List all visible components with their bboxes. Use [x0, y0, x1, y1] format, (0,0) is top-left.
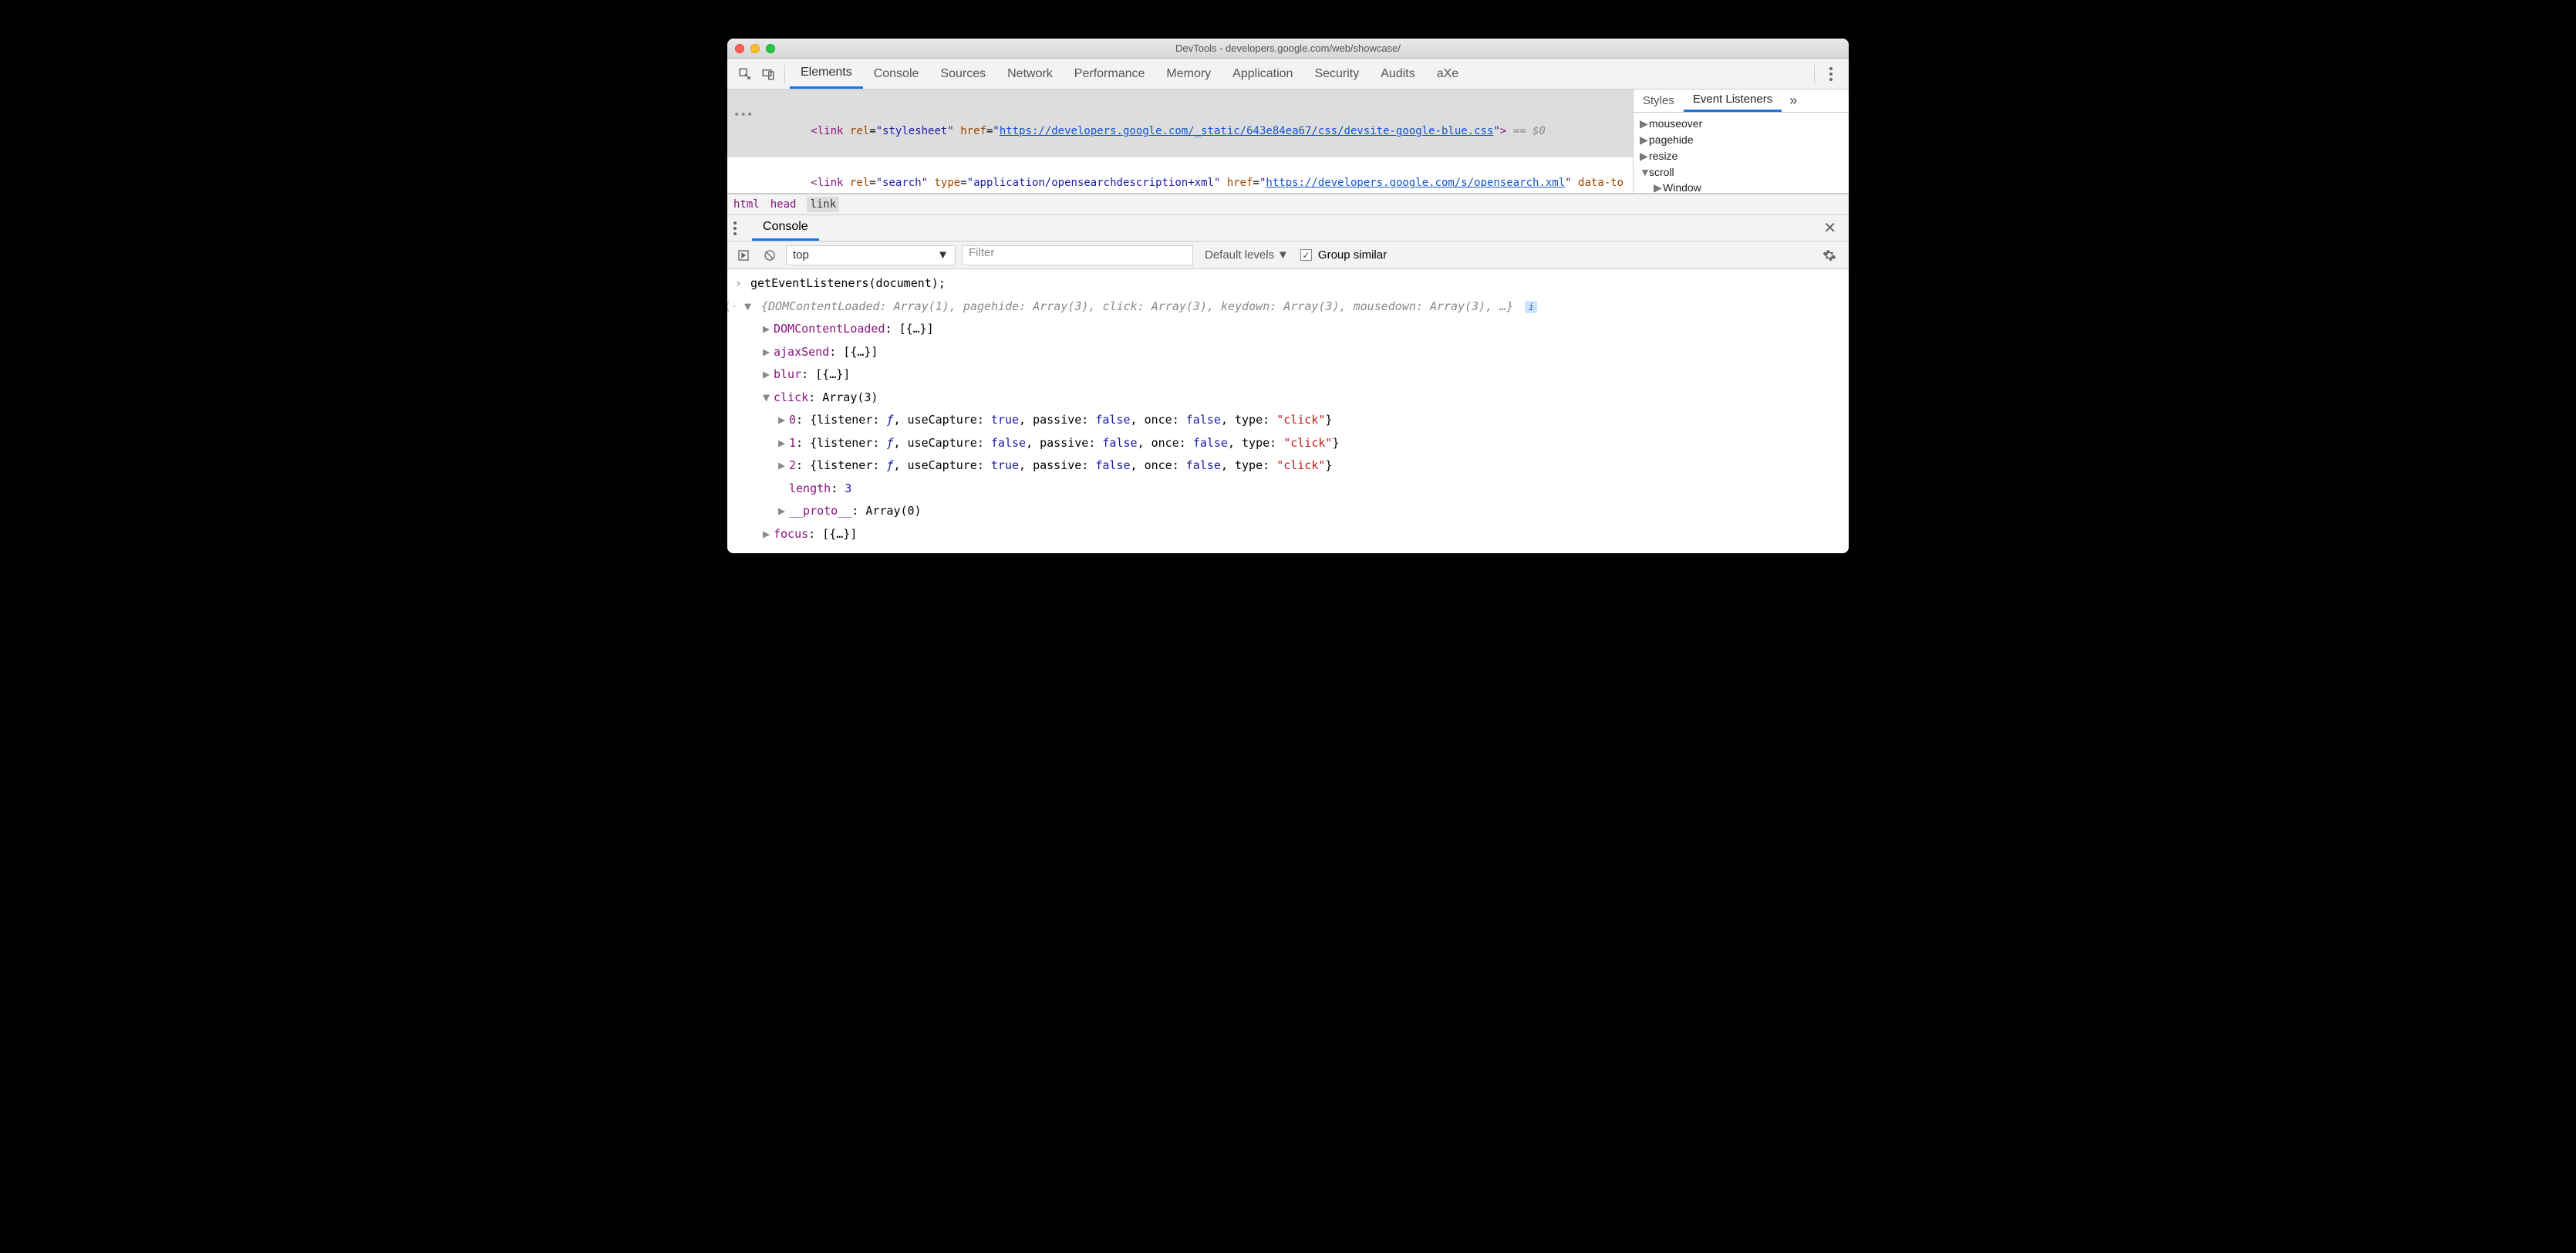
event-listeners-list: ▶mouseover ▶pagehide ▶resize ▼scroll ▶Wi…: [1634, 113, 1849, 193]
sidebar-tab-styles[interactable]: Styles: [1634, 90, 1684, 112]
dom-node-selected[interactable]: ••• <link rel="stylesheet" href="https:/…: [727, 90, 1633, 157]
event-pagehide[interactable]: ▶pagehide: [1640, 132, 1843, 148]
console-result-summary[interactable]: ⟨· ▼ {DOMContentLoaded: Array(1), pagehi…: [727, 296, 1849, 319]
event-mouseover[interactable]: ▶mouseover: [1640, 116, 1843, 132]
info-icon[interactable]: i: [1525, 301, 1537, 313]
breadcrumb-head[interactable]: head: [770, 198, 797, 211]
tab-network[interactable]: Network: [996, 59, 1064, 89]
main-tabs-bar: Elements Console Sources Network Perform…: [727, 59, 1849, 90]
tab-security[interactable]: Security: [1303, 59, 1370, 89]
result-row[interactable]: ▶blur: [{…}]: [727, 363, 1849, 387]
tab-console[interactable]: Console: [863, 59, 930, 89]
stylesheet-link[interactable]: https://developers.google.com/_static/64…: [1000, 125, 1494, 137]
console-settings-icon[interactable]: [1816, 248, 1843, 262]
console-filter-input[interactable]: Filter: [962, 245, 1193, 265]
result-row-focus[interactable]: ▶focus: [{…}]: [727, 523, 1849, 546]
sidebar-more-icon[interactable]: »: [1782, 93, 1805, 109]
console-output: › getEventListeners(document); ⟨· ▼ {DOM…: [727, 269, 1849, 553]
dropdown-icon: ▼: [937, 248, 949, 262]
window-titlebar: DevTools - developers.google.com/web/sho…: [727, 39, 1849, 59]
click-listener-1[interactable]: ▶1: {listener: ƒ, useCapture: false, pas…: [727, 432, 1849, 455]
console-expr: getEventListeners(document);: [750, 276, 946, 290]
result-indicator-icon: ⟨·: [727, 297, 738, 317]
inspect-element-icon[interactable]: [733, 67, 757, 81]
result-row[interactable]: ▶DOMContentLoaded: [{…}]: [727, 318, 1849, 341]
event-scroll[interactable]: ▼scroll: [1640, 164, 1843, 180]
tab-audits[interactable]: Audits: [1370, 59, 1425, 89]
tab-memory[interactable]: Memory: [1155, 59, 1222, 89]
tab-sources[interactable]: Sources: [929, 59, 996, 89]
console-input-row[interactable]: › getEventListeners(document);: [727, 272, 1849, 296]
click-listener-2[interactable]: ▶2: {listener: ƒ, useCapture: true, pass…: [727, 454, 1849, 478]
click-proto[interactable]: ▶__proto__: Array(0): [727, 500, 1849, 523]
device-toolbar-icon[interactable]: [757, 67, 780, 81]
expand-icon[interactable]: ▼: [744, 297, 751, 317]
click-length: length: 3: [727, 478, 1849, 501]
group-similar-checkbox[interactable]: ✓: [1300, 249, 1312, 261]
opensearch-link[interactable]: https://developers.google.com/s/opensear…: [1266, 177, 1565, 189]
log-levels-selector[interactable]: Default levels ▼: [1199, 245, 1294, 265]
prompt-icon: ›: [735, 274, 742, 294]
devtools-window: DevTools - developers.google.com/web/sho…: [727, 39, 1849, 553]
styles-sidebar: Styles Event Listeners » ▶mouseover ▶pag…: [1633, 90, 1849, 193]
result-row-click[interactable]: ▼click: Array(3): [727, 387, 1849, 410]
main-content: ••• <link rel="stylesheet" href="https:/…: [727, 90, 1849, 194]
close-window-button[interactable]: [735, 44, 744, 53]
tab-performance[interactable]: Performance: [1064, 59, 1156, 89]
tab-elements[interactable]: Elements: [790, 59, 863, 89]
expand-ellipsis-icon[interactable]: •••: [733, 107, 753, 123]
drawer-menu-icon[interactable]: [733, 221, 752, 235]
zoom-window-button[interactable]: [766, 44, 775, 53]
context-selector[interactable]: top ▼: [786, 245, 956, 265]
group-similar-label: Group similar: [1318, 248, 1387, 262]
window-title: DevTools - developers.google.com/web/sho…: [733, 42, 1843, 54]
tab-application[interactable]: Application: [1222, 59, 1303, 89]
sidebar-tab-event-listeners[interactable]: Event Listeners: [1684, 90, 1782, 112]
breadcrumb-html[interactable]: html: [733, 198, 760, 211]
clear-console-icon[interactable]: [760, 245, 780, 265]
tab-axe[interactable]: aXe: [1426, 59, 1469, 89]
dom-node[interactable]: <link rel="search" type="application/ope…: [727, 157, 1633, 193]
drawer-close-icon[interactable]: ✕: [1817, 218, 1843, 238]
elements-breadcrumb: html head link: [727, 194, 1849, 215]
context-value: top: [793, 248, 809, 262]
event-scroll-window[interactable]: ▶Window: [1640, 180, 1843, 193]
result-row[interactable]: ▶ajaxSend: [{…}]: [727, 341, 1849, 364]
event-resize[interactable]: ▶resize: [1640, 148, 1843, 164]
minimize-window-button[interactable]: [750, 44, 760, 53]
console-toolbar: top ▼ Filter Default levels ▼ ✓ Group si…: [727, 241, 1849, 269]
more-options-icon[interactable]: [1819, 67, 1843, 81]
drawer-header: Console ✕: [727, 215, 1849, 241]
elements-panel[interactable]: ••• <link rel="stylesheet" href="https:/…: [727, 90, 1633, 193]
execution-context-icon[interactable]: [733, 245, 754, 265]
breadcrumb-link[interactable]: link: [807, 197, 839, 212]
click-listener-0[interactable]: ▶0: {listener: ƒ, useCapture: true, pass…: [727, 409, 1849, 432]
drawer-tab-console[interactable]: Console: [752, 215, 819, 241]
